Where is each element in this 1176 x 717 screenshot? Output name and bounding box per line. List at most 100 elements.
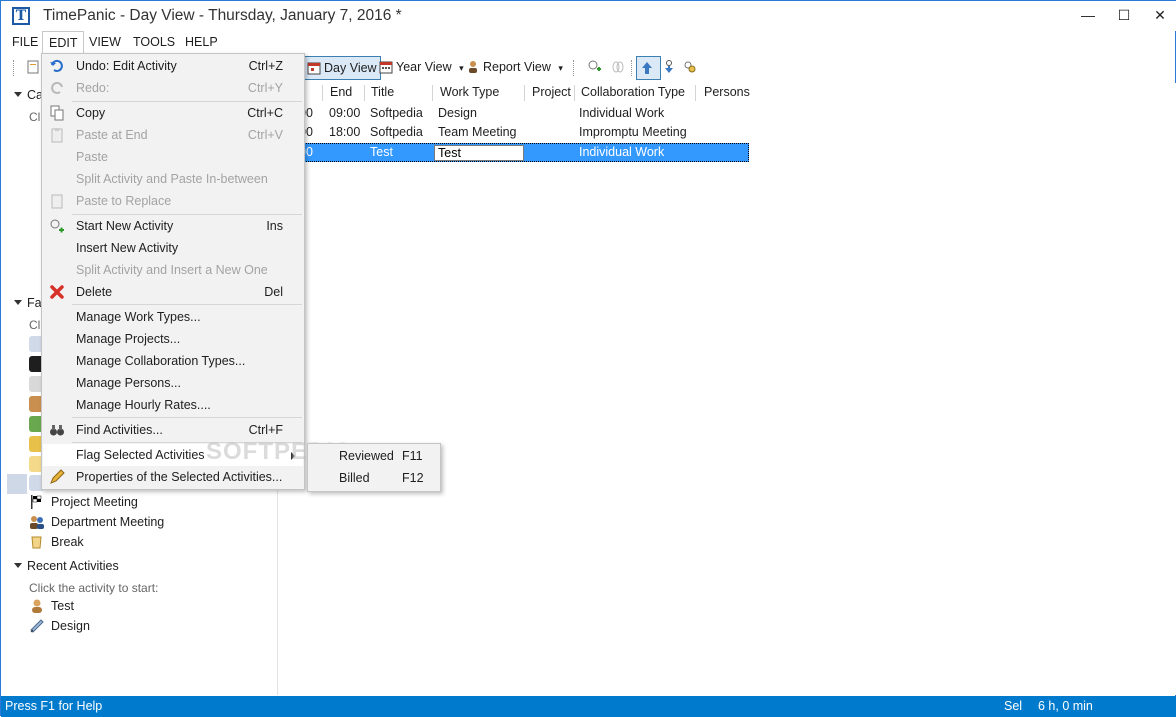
favorite-item-project-meeting[interactable]: Project Meeting	[29, 492, 138, 512]
recent-item-test[interactable]: Test	[29, 596, 74, 616]
menu-help[interactable]: HELP	[179, 31, 224, 53]
table-row[interactable]: 00 09:00 Softpedia Design Individual Wor…	[279, 104, 749, 123]
year-view-button[interactable]: Year View ▾	[376, 56, 467, 80]
arrow-down-icon	[665, 60, 673, 73]
menu-item-manage-persons[interactable]: Manage Persons...	[43, 372, 303, 394]
menu-file[interactable]: FILE	[6, 31, 44, 53]
move-up-button[interactable]	[636, 56, 661, 80]
menu-item-start-new-activity[interactable]: Start New Activity Ins	[43, 215, 303, 237]
favorite-label: Project Meeting	[51, 495, 138, 509]
menu-item-manage-projects[interactable]: Manage Projects...	[43, 328, 303, 350]
day-view-label: Day View	[324, 61, 377, 75]
menu-item-paste-replace[interactable]: Paste to Replace	[43, 190, 303, 212]
menu-item-split-paste[interactable]: Split Activity and Paste In-between	[43, 168, 303, 190]
menu-item-manage-hourly-rates[interactable]: Manage Hourly Rates....	[43, 394, 303, 416]
cell-title[interactable]: Test	[370, 145, 393, 159]
menu-item-undo[interactable]: Undo: Edit Activity Ctrl+Z	[43, 55, 303, 77]
cell-work-type[interactable]: Team Meeting	[438, 125, 517, 139]
report-view-label: Report View	[483, 60, 551, 74]
menu-item-label: Flag Selected Activities	[76, 448, 205, 462]
menu-item-manage-work-types[interactable]: Manage Work Types...	[43, 306, 303, 328]
column-persons[interactable]: Persons	[704, 85, 750, 99]
toolbar-separator	[631, 60, 632, 76]
replace-button[interactable]	[680, 56, 703, 80]
column-end[interactable]: End	[330, 85, 352, 99]
menu-item-insert-new-activity[interactable]: Insert New Activity	[43, 237, 303, 259]
cell-title[interactable]: Softpedia	[370, 125, 423, 139]
menu-item-shortcut: Del	[264, 285, 283, 299]
submenu-item-shortcut: F12	[402, 471, 424, 485]
recent-item-design[interactable]: Design	[29, 616, 90, 636]
menu-item-label: Split Activity and Insert a New One	[76, 263, 268, 277]
favorite-item-department-meeting[interactable]: Department Meeting	[29, 512, 164, 532]
menu-edit[interactable]: EDIT	[42, 31, 85, 54]
table-row-selected[interactable]: 00 Test Test Individual Work	[279, 143, 749, 162]
recent-hint: Click the activity to start:	[29, 581, 159, 595]
column-divider[interactable]	[574, 85, 575, 101]
submenu-item-billed[interactable]: Billed F12	[309, 467, 439, 489]
minimize-button[interactable]: —	[1071, 1, 1105, 29]
menu-item-split-insert[interactable]: Split Activity and Insert a New One	[43, 259, 303, 281]
cell-end[interactable]: 09:00	[329, 106, 360, 120]
year-view-label: Year View	[396, 60, 452, 74]
column-divider[interactable]	[524, 85, 525, 101]
start-activity-icon	[588, 60, 601, 71]
grid-header: rt End Title Work Type Project Collabora…	[279, 83, 1176, 102]
cell-collaboration-type[interactable]: Impromptu Meeting	[579, 125, 687, 139]
calendar-section-header[interactable]: Ca	[14, 88, 43, 102]
column-title[interactable]: Title	[371, 85, 394, 99]
report-view-button[interactable]: Report View ▾	[463, 56, 566, 80]
cell-collaboration-type[interactable]: Individual Work	[579, 106, 664, 120]
cell-title[interactable]: Softpedia	[370, 106, 423, 120]
paste-icon	[51, 128, 63, 143]
favorites-hint: Cl	[29, 318, 41, 332]
redo-icon	[51, 81, 63, 94]
menu-item-shortcut: Ctrl+Y	[247, 81, 283, 95]
menu-item-redo[interactable]: Redo: Ctrl+Y	[43, 77, 303, 99]
menu-item-copy[interactable]: Copy Ctrl+C	[43, 102, 303, 124]
favorites-section-header[interactable]: Fa	[14, 296, 42, 310]
column-divider[interactable]	[322, 85, 323, 101]
column-work-type[interactable]: Work Type	[440, 85, 499, 99]
menu-item-label: Paste at End	[76, 128, 148, 142]
cell-work-type[interactable]: Design	[438, 106, 477, 120]
menu-item-label: Insert New Activity	[76, 241, 179, 255]
maximize-button[interactable]: ☐	[1107, 1, 1141, 29]
menu-item-properties[interactable]: Properties of the Selected Activities...	[43, 466, 303, 488]
cell-end[interactable]: 18:00	[329, 125, 360, 139]
menu-item-shortcut: Ins	[266, 219, 283, 233]
move-down-button[interactable]	[659, 56, 682, 80]
column-divider[interactable]	[432, 85, 433, 101]
start-activity-toolbar-button[interactable]	[585, 56, 608, 80]
link-toolbar-button[interactable]	[608, 56, 631, 80]
column-divider[interactable]	[364, 85, 365, 101]
menu-item-manage-collaboration-types[interactable]: Manage Collaboration Types...	[43, 350, 303, 372]
menu-item-paste-at-end[interactable]: Paste at End Ctrl+V	[43, 124, 303, 146]
toolbar-separator	[13, 60, 14, 76]
column-project[interactable]: Project	[532, 85, 571, 99]
menu-item-label: Manage Hourly Rates....	[76, 398, 211, 412]
recent-section-header[interactable]: Recent Activities	[14, 559, 119, 573]
menu-item-paste[interactable]: Paste	[43, 146, 303, 168]
calendar-hint: Cl	[29, 110, 41, 124]
recent-section-label: Recent Activities	[27, 559, 119, 573]
person-icon	[32, 599, 42, 613]
table-row[interactable]: 00 18:00 Softpedia Team Meeting Imprompt…	[279, 123, 749, 142]
favorite-item-break[interactable]: Break	[29, 532, 84, 552]
menu-view[interactable]: VIEW	[83, 31, 127, 53]
menu-tools[interactable]: TOOLS	[127, 31, 181, 53]
report-view-dropdown-icon[interactable]: ▾	[558, 63, 563, 73]
work-type-edit-field[interactable]: Test	[434, 145, 524, 161]
cup-icon	[31, 536, 42, 549]
column-divider[interactable]	[695, 85, 696, 101]
menu-separator	[72, 304, 302, 305]
submenu-item-reviewed[interactable]: Reviewed F11	[309, 445, 439, 467]
menu-item-delete[interactable]: Delete Del	[43, 281, 303, 303]
menu-item-label: Copy	[76, 106, 106, 120]
column-collaboration-type[interactable]: Collaboration Type	[581, 85, 685, 99]
cell-collaboration-type[interactable]: Individual Work	[579, 145, 664, 159]
day-view-button[interactable]: Day View	[303, 56, 381, 80]
close-button[interactable]: ✕	[1143, 1, 1176, 29]
recent-label: Test	[51, 599, 74, 613]
menu-item-label: Properties of the Selected Activities...	[76, 470, 283, 484]
